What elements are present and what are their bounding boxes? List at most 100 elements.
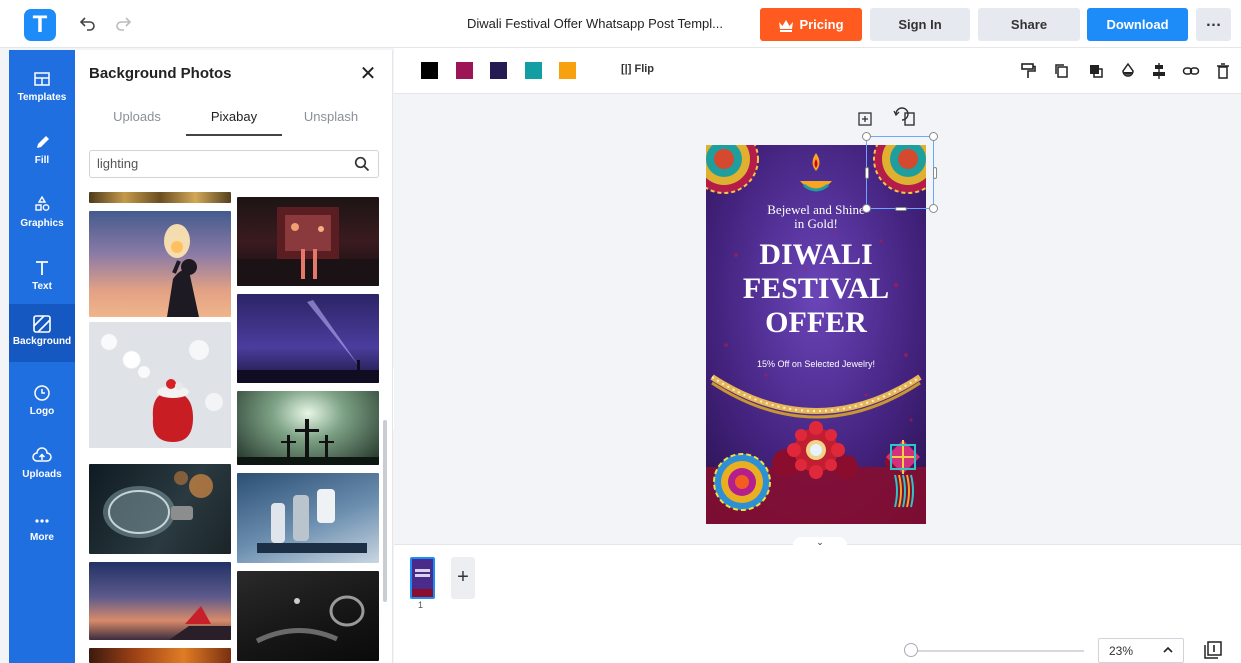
page-number: 1 — [418, 600, 424, 610]
panel-scrollbar[interactable] — [383, 420, 387, 602]
photo-thumbnail[interactable] — [89, 562, 231, 640]
search-box[interactable] — [89, 150, 379, 178]
search-input[interactable] — [97, 156, 337, 171]
more-options-button[interactable]: … — [1196, 8, 1231, 41]
link-icon[interactable] — [1182, 62, 1200, 80]
color-swatch[interactable] — [421, 62, 438, 79]
close-icon[interactable]: ✕ — [358, 64, 378, 84]
text-icon — [31, 259, 53, 279]
top-bar: T Diwali Festival Offer Whatsapp Post Te… — [0, 0, 1241, 48]
photo-thumbnail[interactable] — [237, 473, 379, 563]
opacity-icon[interactable] — [1119, 62, 1137, 80]
color-swatch[interactable] — [490, 62, 507, 79]
resize-handle[interactable] — [862, 204, 871, 213]
nav-more[interactable]: More — [9, 500, 75, 558]
zoom-slider-handle[interactable] — [904, 643, 918, 657]
poster-headline-line-3[interactable]: OFFER — [706, 306, 926, 340]
download-button[interactable]: Download — [1087, 8, 1188, 41]
zoom-control[interactable]: 23% — [1098, 638, 1184, 663]
chevron-up-icon[interactable] — [1162, 643, 1174, 657]
nav-label: Templates — [17, 92, 67, 103]
tab-pixabay[interactable]: Pixabay — [186, 109, 282, 124]
page-manager-icon[interactable] — [1203, 640, 1223, 660]
nav-label: Text — [32, 281, 52, 292]
nav-text[interactable]: Text — [9, 249, 75, 307]
photo-thumbnail[interactable] — [237, 294, 379, 383]
panel-title: Background Photos — [89, 65, 232, 82]
nav-label: Fill — [34, 155, 50, 166]
poster-headline-line-2[interactable]: FESTIVAL — [706, 272, 926, 306]
nav-label: Uploads — [22, 469, 62, 480]
rotate-icon[interactable] — [891, 104, 917, 128]
shapes-icon — [31, 196, 53, 216]
nav-label: Graphics — [20, 218, 64, 229]
pencil-icon — [31, 133, 53, 153]
more-icon — [31, 510, 53, 530]
photo-thumbnail[interactable] — [237, 571, 379, 661]
nav-label: More — [30, 532, 54, 543]
flip-label: Flip — [634, 63, 655, 75]
document-title[interactable]: Diwali Festival Offer Whatsapp Post Temp… — [440, 16, 750, 31]
delete-icon[interactable] — [1214, 62, 1232, 80]
align-icon[interactable] — [1150, 62, 1168, 80]
photo-thumbnail[interactable] — [89, 648, 231, 663]
pricing-button[interactable]: Pricing — [760, 8, 862, 41]
photo-thumbnail[interactable] — [237, 197, 379, 286]
search-icon[interactable] — [354, 156, 370, 172]
layer-icon[interactable] — [1087, 62, 1105, 80]
poster-tagline-line-2[interactable]: in Gold! — [706, 217, 926, 231]
resize-handle[interactable] — [895, 207, 907, 211]
chevron-down-icon: ⌄ — [816, 537, 824, 547]
photo-thumbnail[interactable] — [89, 192, 231, 203]
color-swatch[interactable] — [456, 62, 473, 79]
nav-label: Background — [12, 336, 72, 347]
cloud-upload-icon — [31, 447, 53, 467]
flip-button[interactable]: [|] Flip — [621, 63, 654, 75]
left-navigation: Templates Fill Graphics Text Background … — [9, 50, 75, 663]
poster-headline-line-1[interactable]: DIWALI — [706, 238, 926, 272]
nav-templates[interactable]: Templates — [9, 60, 75, 118]
toggle-pages-button[interactable]: ⌄ — [793, 537, 847, 551]
photo-thumbnail[interactable] — [237, 391, 379, 465]
add-element-icon[interactable] — [858, 112, 873, 127]
resize-handle[interactable] — [929, 204, 938, 213]
zoom-slider[interactable] — [904, 650, 1084, 652]
tab-underline — [186, 134, 282, 136]
page-thumbnail[interactable] — [410, 557, 435, 599]
tab-unsplash[interactable]: Unsplash — [283, 109, 379, 124]
sign-in-button[interactable]: Sign In — [870, 8, 970, 41]
flip-icon: [|] — [621, 63, 635, 75]
resize-handle[interactable] — [929, 132, 938, 141]
undo-icon[interactable] — [79, 14, 99, 34]
add-page-button[interactable]: + — [451, 557, 475, 599]
duplicate-icon[interactable] — [1053, 62, 1071, 80]
redo-icon[interactable] — [114, 14, 134, 34]
logo-icon — [31, 384, 53, 404]
tab-uploads[interactable]: Uploads — [89, 109, 185, 124]
color-swatch[interactable] — [525, 62, 542, 79]
resize-handle[interactable] — [933, 167, 937, 179]
app-logo[interactable]: T — [24, 9, 56, 41]
nav-logo[interactable]: Logo — [9, 374, 75, 432]
selection-frame[interactable] — [862, 132, 938, 213]
background-icon — [31, 314, 53, 334]
nav-graphics[interactable]: Graphics — [9, 186, 75, 244]
nav-background[interactable]: Background — [9, 304, 75, 362]
resize-handle[interactable] — [862, 132, 871, 141]
share-button[interactable]: Share — [978, 8, 1080, 41]
format-painter-icon[interactable] — [1019, 62, 1037, 80]
poster-offer-text[interactable]: 15% Off on Selected Jewelry! — [706, 359, 926, 369]
templates-icon — [31, 70, 53, 90]
crown-icon — [778, 19, 794, 33]
photo-thumbnail[interactable] — [89, 322, 231, 448]
nav-label: Logo — [29, 406, 55, 417]
background-photos-panel: Background Photos ✕ Uploads Pixabay Unsp… — [75, 50, 393, 663]
nav-fill[interactable]: Fill — [9, 123, 75, 181]
photo-thumbnail[interactable] — [89, 211, 231, 317]
resize-handle[interactable] — [865, 167, 869, 179]
zoom-level: 23% — [1109, 644, 1134, 658]
pricing-label: Pricing — [799, 17, 844, 32]
nav-uploads[interactable]: Uploads — [9, 437, 75, 495]
color-swatch[interactable] — [559, 62, 576, 79]
photo-thumbnail[interactable] — [89, 464, 231, 554]
